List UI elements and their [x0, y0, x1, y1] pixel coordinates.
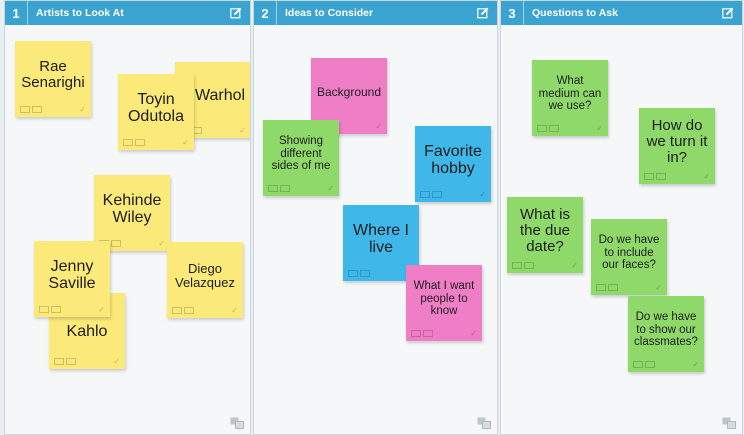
sticky-note[interactable]: Kehinde Wiley ✓: [94, 175, 170, 251]
column-title: Artists to Look At: [36, 7, 124, 19]
check-icon: ✓: [79, 105, 86, 114]
note-icons: ✓: [512, 261, 578, 270]
header-divider: [27, 1, 28, 25]
column-number: 3: [508, 5, 516, 21]
column-number: 2: [261, 5, 269, 21]
sticky-note[interactable]: What medium can we use? ✓: [532, 60, 608, 136]
check-icon: ✓: [158, 239, 165, 248]
note-icons: ✓: [411, 329, 477, 338]
check-icon: ✓: [98, 305, 105, 314]
check-icon: ✓: [327, 184, 334, 193]
check-icon: ✓: [470, 329, 477, 338]
check-icon: ✓: [231, 306, 238, 315]
note-icons: ✓: [537, 124, 603, 133]
sticky-note[interactable]: Do we have to include our faces? ✓: [591, 219, 667, 295]
note-icons: ✓: [39, 305, 105, 314]
note-icons: ✓: [633, 360, 699, 369]
check-icon: ✓: [692, 360, 699, 369]
note-icons: ✓: [348, 269, 414, 278]
column-header: 2 Ideas to Consider: [254, 1, 497, 25]
header-divider: [276, 1, 277, 25]
column-ideas: 2 Ideas to Consider Background ✓ Showing…: [253, 0, 498, 435]
header-divider: [523, 1, 524, 25]
sticky-note[interactable]: Jenny Saville ✓: [34, 241, 110, 317]
check-icon: ✓: [703, 172, 710, 181]
note-icons: ✓: [172, 306, 238, 315]
check-icon: ✓: [375, 122, 382, 131]
note-icons: ✓: [123, 138, 189, 147]
column-header: 1 Artists to Look At: [5, 1, 250, 25]
note-icons: ✓: [20, 105, 86, 114]
sticky-note[interactable]: How do we turn it in? ✓: [639, 108, 715, 184]
edit-icon[interactable]: [229, 6, 243, 20]
check-icon: ✓: [571, 261, 578, 270]
check-icon: ✓: [239, 126, 246, 135]
check-icon: ✓: [596, 124, 603, 133]
sticky-note[interactable]: Favorite hobby ✓: [415, 126, 491, 202]
column-artists: 1 Artists to Look At Rae Senarighi ✓ War…: [4, 0, 251, 435]
column-header: 3 Questions to Ask: [501, 1, 742, 25]
sticky-note[interactable]: What I want people to know ✓: [406, 265, 482, 341]
note-icons: ✓: [268, 184, 334, 193]
column-title: Questions to Ask: [532, 7, 618, 19]
note-icons: ✓: [644, 172, 710, 181]
edit-icon[interactable]: [721, 6, 735, 20]
edit-icon[interactable]: [476, 6, 490, 20]
sticky-note[interactable]: Rae Senarighi ✓: [15, 41, 91, 117]
check-icon: ✓: [479, 190, 486, 199]
sticky-note[interactable]: What is the due date? ✓: [507, 197, 583, 273]
resize-icon[interactable]: [477, 416, 491, 429]
note-icons: ✓: [54, 357, 120, 366]
column-number: 1: [12, 5, 20, 21]
sticky-note[interactable]: Toyin Odutola ✓: [118, 74, 194, 150]
note-icons: ✓: [420, 190, 486, 199]
sticky-note[interactable]: Showing different sides of me ✓: [263, 120, 339, 196]
note-icons: ✓: [596, 283, 662, 292]
column-title: Ideas to Consider: [285, 7, 374, 19]
check-icon: ✓: [182, 138, 189, 147]
resize-icon[interactable]: [230, 416, 244, 429]
sticky-note[interactable]: Do we have to show our classmates? ✓: [628, 296, 704, 372]
sticky-note[interactable]: Diego Velazquez ✓: [167, 242, 243, 318]
check-icon: ✓: [113, 357, 120, 366]
column-questions: 3 Questions to Ask What medium can we us…: [500, 0, 743, 435]
check-icon: ✓: [655, 283, 662, 292]
resize-icon[interactable]: [722, 416, 736, 429]
